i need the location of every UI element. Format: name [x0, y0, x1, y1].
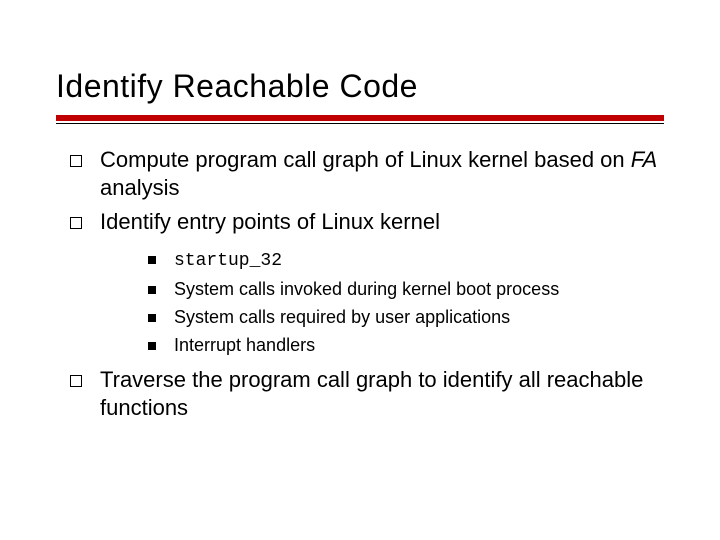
bullet-text-em: FA [631, 147, 657, 172]
sub-item: System calls required by user applicatio… [144, 304, 664, 332]
sub-item: startup_32 [144, 246, 664, 276]
bullet-text-pre: Compute program call graph of Linux kern… [100, 147, 631, 172]
bullet-list: Compute program call graph of Linux kern… [56, 146, 664, 422]
bullet-text: Traverse the program call graph to ident… [100, 367, 643, 420]
bullet-text: Identify entry points of Linux kernel [100, 209, 440, 234]
bullet-item: Compute program call graph of Linux kern… [66, 146, 664, 202]
bullet-text-post: analysis [100, 175, 179, 200]
sub-item: Interrupt handlers [144, 332, 664, 360]
sub-text: System calls required by user applicatio… [174, 307, 510, 327]
slide-title: Identify Reachable Code [56, 68, 664, 105]
title-underline-red [56, 115, 664, 121]
slide: Identify Reachable Code Compute program … [0, 0, 720, 540]
bullet-item: Identify entry points of Linux kernel st… [66, 208, 664, 360]
bullet-item: Traverse the program call graph to ident… [66, 366, 664, 422]
title-underline-thin [56, 123, 664, 124]
sub-list: startup_32 System calls invoked during k… [100, 246, 664, 360]
code-text: startup_32 [174, 251, 282, 271]
sub-text: Interrupt handlers [174, 335, 315, 355]
sub-text: System calls invoked during kernel boot … [174, 279, 559, 299]
sub-item: System calls invoked during kernel boot … [144, 276, 664, 304]
